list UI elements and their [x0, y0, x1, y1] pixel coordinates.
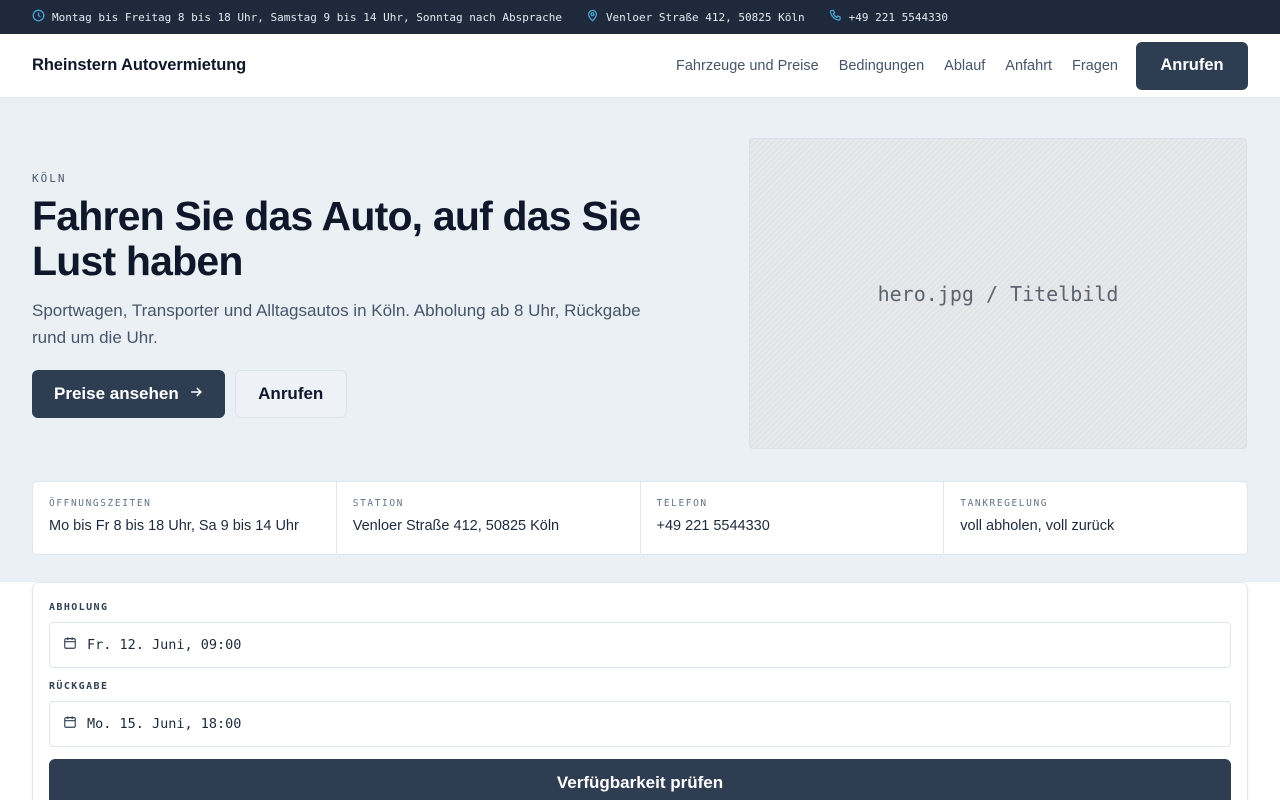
address-item: Venloer Straße 412, 50825 Köln: [586, 9, 805, 25]
arrow-right-icon: [189, 384, 203, 404]
phone-item[interactable]: +49 221 5544330: [829, 9, 948, 25]
info-label: ÖFFNUNGSZEITEN: [49, 498, 152, 509]
header-call-button[interactable]: Anrufen: [1136, 41, 1248, 90]
phone-icon: [829, 9, 842, 25]
info-phone: TELEFON +49 221 5544330: [639, 482, 944, 554]
info-opening-hours: ÖFFNUNGSZEITEN Mo bis Fr 8 bis 18 Uhr, S…: [33, 482, 336, 554]
hero-call-button[interactable]: Anrufen: [234, 370, 347, 418]
info-value: Venloer Straße 412, 50825 Köln: [352, 518, 560, 534]
pickup-field[interactable]: [49, 622, 1231, 668]
brand-logo[interactable]: Rheinstern Autovermietung: [32, 56, 246, 75]
main-nav: Fahrzeuge und Preise Bedingungen Ablauf …: [676, 41, 1248, 90]
info-station: STATION Venloer Straße 412, 50825 Köln: [335, 482, 640, 554]
view-prices-label: Preise ansehen: [54, 384, 179, 403]
phone-link[interactable]: +49 221 5544330: [849, 11, 948, 24]
hero-title: Fahren Sie das Auto, auf das Sie Lust ha…: [32, 193, 641, 284]
hero-eyebrow: KÖLN: [32, 172, 67, 185]
clock-icon: [32, 9, 45, 25]
opening-hours-text: Montag bis Freitag 8 bis 18 Uhr, Samstag…: [52, 10, 562, 24]
pickup-input[interactable]: [87, 637, 687, 653]
map-pin-icon: [586, 9, 599, 25]
hero-content: KÖLN Fahren Sie das Auto, auf das Sie Lu…: [32, 172, 692, 418]
return-label: RÜCKGABE: [49, 681, 109, 692]
nav-fahrzeuge-und-preise[interactable]: Fahrzeuge und Preise: [676, 58, 819, 74]
top-info-bar: Montag bis Freitag 8 bis 18 Uhr, Samstag…: [0, 0, 1280, 34]
hero-section: KÖLN Fahren Sie das Auto, auf das Sie Lu…: [0, 98, 1280, 582]
return-input[interactable]: [87, 716, 687, 732]
nav-anfahrt[interactable]: Anfahrt: [1005, 58, 1052, 74]
calendar-icon: [63, 715, 77, 734]
info-label: STATION: [352, 498, 404, 509]
calendar-icon: [63, 636, 77, 655]
nav-bedingungen[interactable]: Bedingungen: [839, 58, 924, 74]
view-prices-button[interactable]: Preise ansehen: [32, 370, 225, 418]
info-fuel-policy: TANKREGELUNG voll abholen, voll zurück: [943, 482, 1247, 554]
info-value[interactable]: +49 221 5544330: [657, 518, 928, 534]
return-field[interactable]: [49, 701, 1231, 747]
hero-image-placeholder: hero.jpg / Titelbild: [749, 138, 1247, 449]
address-text: Venloer Straße 412, 50825 Köln: [605, 10, 805, 24]
info-strip: ÖFFNUNGSZEITEN Mo bis Fr 8 bis 18 Uhr, S…: [32, 481, 1248, 555]
site-header: Rheinstern Autovermietung Fahrzeuge und …: [0, 34, 1280, 98]
booking-form: ABHOLUNG RÜCKGABE Verfügbarkeit prüfen: [32, 582, 1248, 800]
hero-image-caption: hero.jpg / Titelbild: [877, 281, 1119, 306]
pickup-label: ABHOLUNG: [49, 602, 109, 613]
opening-hours-item: Montag bis Freitag 8 bis 18 Uhr, Samstag…: [32, 9, 562, 25]
hero-actions: Preise ansehen Anrufen: [32, 370, 692, 418]
info-label: TANKREGELUNG: [960, 498, 1049, 509]
info-value: voll abholen, voll zurück: [960, 518, 1115, 534]
nav-fragen[interactable]: Fragen: [1072, 58, 1118, 74]
info-value: Mo bis Fr 8 bis 18 Uhr, Sa 9 bis 14 Uhr: [49, 518, 299, 534]
check-availability-button[interactable]: Verfügbarkeit prüfen: [49, 759, 1231, 800]
hero-subtitle: Sportwagen, Transporter und Alltagsautos…: [32, 301, 641, 347]
info-label: TELEFON: [656, 498, 708, 509]
nav-ablauf[interactable]: Ablauf: [944, 58, 985, 74]
